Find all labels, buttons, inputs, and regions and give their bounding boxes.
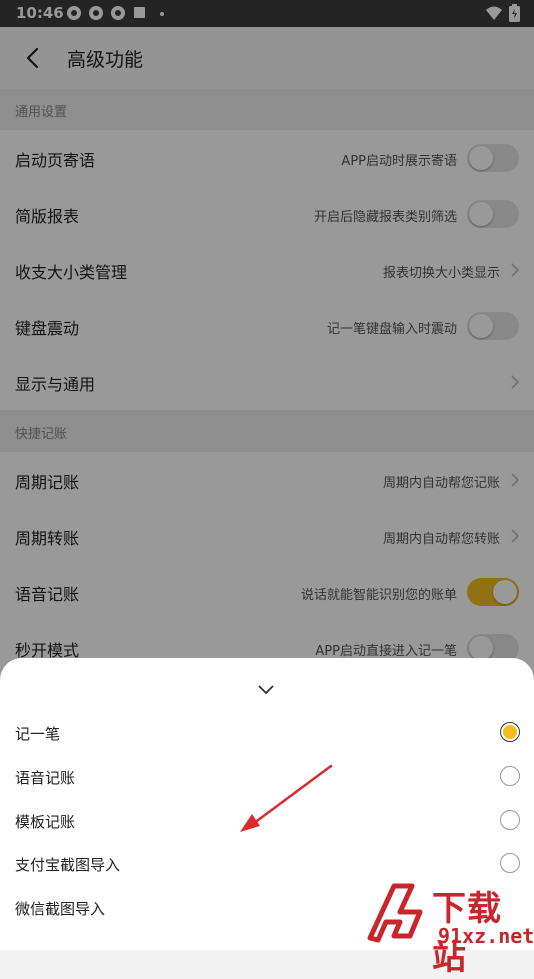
chevron-down-icon[interactable] — [256, 683, 276, 697]
watermark: 下载站 91xz.net — [360, 878, 534, 978]
option-label: 模板记账 — [15, 813, 76, 831]
option-label: 微信截图导入 — [15, 900, 106, 918]
watermark-url: 91xz.net — [438, 924, 534, 948]
sheet-option-record[interactable]: 记一笔 — [0, 712, 534, 756]
radio-selected[interactable] — [500, 722, 520, 742]
radio-unselected[interactable] — [500, 853, 520, 873]
radio-unselected[interactable] — [500, 766, 520, 786]
option-label: 支付宝截图导入 — [15, 856, 121, 874]
watermark-logo-icon — [367, 883, 423, 943]
annotation-arrow-icon — [240, 764, 333, 832]
radio-unselected[interactable] — [500, 810, 520, 830]
option-label: 记一笔 — [15, 725, 61, 743]
option-label: 语音记账 — [15, 769, 76, 787]
